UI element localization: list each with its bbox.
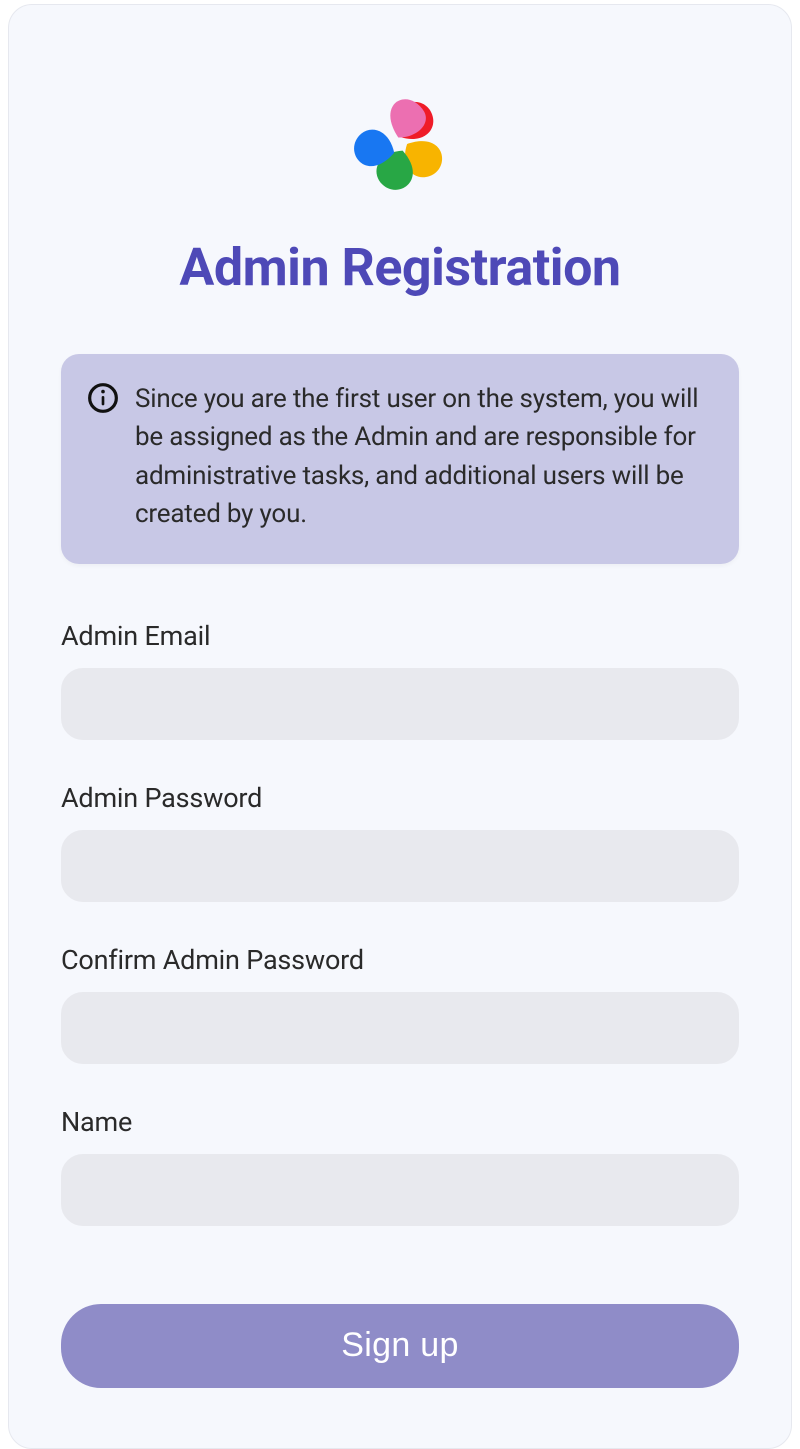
field-admin-password: Admin Password	[61, 782, 739, 902]
label-admin-password: Admin Password	[61, 782, 739, 814]
label-admin-email: Admin Email	[61, 620, 739, 652]
input-admin-email[interactable]	[61, 668, 739, 740]
signup-button[interactable]: Sign up	[61, 1304, 739, 1388]
page-title: Admin Registration	[61, 237, 739, 298]
field-admin-email: Admin Email	[61, 620, 739, 740]
label-confirm-password: Confirm Admin Password	[61, 944, 739, 976]
field-name: Name	[61, 1106, 739, 1226]
input-admin-password[interactable]	[61, 830, 739, 902]
info-icon	[87, 382, 119, 414]
info-panel: Since you are the first user on the syst…	[61, 354, 739, 564]
registration-card: Admin Registration Since you are the fir…	[8, 4, 792, 1449]
pinwheel-icon	[341, 85, 459, 203]
label-name: Name	[61, 1106, 739, 1138]
input-name[interactable]	[61, 1154, 739, 1226]
field-confirm-password: Confirm Admin Password	[61, 944, 739, 1064]
logo-container	[61, 85, 739, 207]
info-message: Since you are the first user on the syst…	[135, 380, 713, 534]
input-confirm-password[interactable]	[61, 992, 739, 1064]
app-logo-icon	[341, 85, 459, 207]
